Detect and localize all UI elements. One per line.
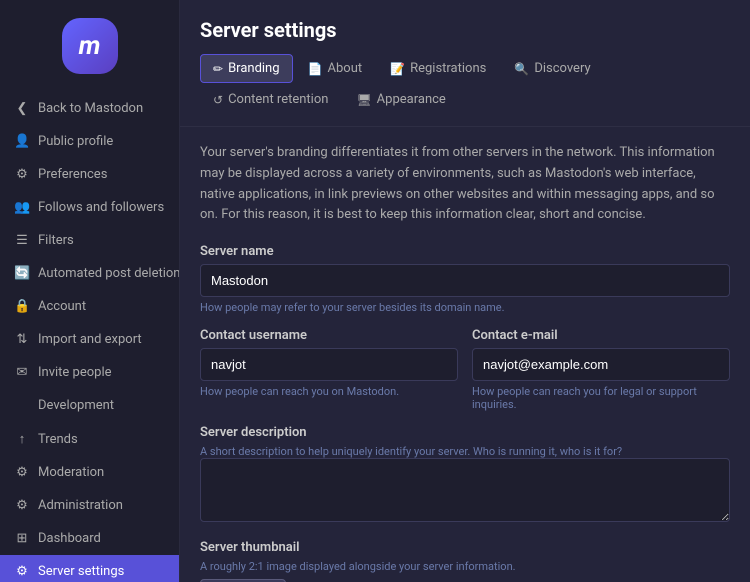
tab-label-branding: Branding	[228, 61, 279, 76]
contact-username-group: Contact username How people can reach yo…	[200, 328, 458, 411]
sidebar-icon-account: 🔒	[14, 299, 30, 314]
server-name-label: Server name	[200, 244, 730, 259]
sidebar-icon-administration: ⚙	[14, 498, 30, 513]
main-header: Server settings ✏ Branding 📄 About 📝 Reg…	[180, 0, 750, 127]
tab-label-about: About	[328, 61, 363, 76]
contact-email-hint: How people can reach you for legal or su…	[472, 385, 730, 411]
main-content: Server settings ✏ Branding 📄 About 📝 Reg…	[180, 0, 750, 582]
contact-row: Contact username How people can reach yo…	[200, 328, 730, 425]
sidebar-label-import-and-export: Import and export	[38, 332, 142, 347]
tab-about[interactable]: 📄 About	[295, 54, 376, 83]
logo-container: m	[0, 0, 179, 88]
contact-username-hint: How people can reach you on Mastodon.	[200, 385, 458, 398]
sidebar-icon-moderation: ⚙	[14, 465, 30, 480]
tab-branding[interactable]: ✏ Branding	[200, 54, 293, 83]
sidebar-label-account: Account	[38, 299, 86, 314]
server-thumbnail-section: Server thumbnail A roughly 2:1 image dis…	[200, 540, 730, 582]
sidebar-icon-dashboard: ⊞	[14, 531, 30, 546]
sidebar-item-dashboard[interactable]: ⊞ Dashboard	[0, 522, 179, 555]
sidebar-icon-filters: ☰	[14, 233, 30, 248]
sidebar-label-automated-post-deletion: Automated post deletion	[38, 266, 180, 281]
sidebar-icon-automated-post-deletion: 🔄	[14, 266, 30, 281]
sidebar-icon-server-settings: ⚙	[14, 564, 30, 579]
sidebar-item-automated-post-deletion[interactable]: 🔄 Automated post deletion	[0, 257, 179, 290]
contact-email-label: Contact e-mail	[472, 328, 730, 343]
sidebar-item-administration[interactable]: ⚙ Administration	[0, 489, 179, 522]
sidebar-label-development: Development	[38, 398, 114, 413]
sidebar-item-preferences[interactable]: ⚙ Preferences	[0, 158, 179, 191]
tab-label-registrations: Registrations	[410, 61, 486, 76]
contact-email-group: Contact e-mail How people can reach you …	[472, 328, 730, 411]
tab-discovery[interactable]: 🔍 Discovery	[501, 54, 603, 83]
sidebar-item-development[interactable]: Development	[0, 389, 179, 422]
server-thumbnail-label: Server thumbnail	[200, 540, 730, 555]
sidebar-icon-public-profile: 👤	[14, 134, 30, 149]
sidebar-item-invite-people[interactable]: ✉ Invite people	[0, 356, 179, 389]
tab-icon-about: 📄	[308, 62, 323, 76]
tab-icon-content-retention: ↺	[213, 93, 223, 107]
sidebar-icon-preferences: ⚙	[14, 167, 30, 182]
sidebar-icon-import-and-export: ⇅	[14, 332, 30, 347]
tab-icon-discovery: 🔍	[514, 62, 529, 76]
server-name-input[interactable]	[200, 264, 730, 297]
server-description-group: Server description A short description t…	[200, 425, 730, 526]
server-description-textarea[interactable]	[200, 458, 730, 522]
tab-content-retention[interactable]: ↺ Content retention	[200, 85, 341, 114]
tab-registrations[interactable]: 📝 Registrations	[377, 54, 499, 83]
sidebar-item-back-to-mastodon[interactable]: ❮ Back to Mastodon	[0, 92, 179, 125]
sidebar-item-moderation[interactable]: ⚙ Moderation	[0, 456, 179, 489]
sidebar-item-public-profile[interactable]: 👤 Public profile	[0, 125, 179, 158]
tab-icon-appearance: 🖥	[356, 93, 371, 107]
logo: m	[62, 18, 118, 74]
sidebar-label-invite-people: Invite people	[38, 365, 112, 380]
sidebar-label-administration: Administration	[38, 498, 123, 513]
sidebar-label-trends: Trends	[38, 432, 78, 447]
sidebar-label-back-to-mastodon: Back to Mastodon	[38, 101, 143, 116]
tab-icon-branding: ✏	[213, 62, 223, 76]
sidebar-icon-follows-and-followers: 👥	[14, 200, 30, 215]
server-name-group: Server name How people may refer to your…	[200, 244, 730, 314]
contact-username-label: Contact username	[200, 328, 458, 343]
tab-icon-registrations: 📝	[390, 62, 405, 76]
sidebar-item-trends[interactable]: ↑ Trends	[0, 422, 179, 456]
tab-label-discovery: Discovery	[534, 61, 590, 76]
tabs-bar: ✏ Branding 📄 About 📝 Registrations 🔍 Dis…	[200, 54, 730, 114]
server-name-hint: How people may refer to your server besi…	[200, 301, 730, 314]
server-description-label: Server description	[200, 425, 730, 440]
sidebar-icon-invite-people: ✉	[14, 365, 30, 380]
sidebar-item-filters[interactable]: ☰ Filters	[0, 224, 179, 257]
sidebar-item-import-and-export[interactable]: ⇅ Import and export	[0, 323, 179, 356]
server-thumbnail-hint: A roughly 2:1 image displayed alongside …	[200, 560, 730, 573]
page-title: Server settings	[200, 18, 730, 42]
sidebar-label-moderation: Moderation	[38, 465, 104, 480]
sidebar-label-preferences: Preferences	[38, 167, 107, 182]
tab-label-appearance: Appearance	[377, 92, 446, 107]
branding-description: Your server's branding differentiates it…	[200, 143, 730, 226]
tab-label-content-retention: Content retention	[228, 92, 328, 107]
sidebar-item-account[interactable]: 🔒 Account	[0, 290, 179, 323]
sidebar-label-filters: Filters	[38, 233, 74, 248]
sidebar-item-server-settings[interactable]: ⚙ Server settings	[0, 555, 179, 582]
sidebar-label-server-settings: Server settings	[38, 564, 124, 579]
sidebar-label-public-profile: Public profile	[38, 134, 113, 149]
sidebar-icon-trends: ↑	[14, 431, 30, 447]
contact-email-input[interactable]	[472, 348, 730, 381]
server-description-hint: A short description to help uniquely ide…	[200, 445, 730, 458]
sidebar: m ❮ Back to Mastodon 👤 Public profile ⚙ …	[0, 0, 180, 582]
sidebar-label-dashboard: Dashboard	[38, 531, 101, 546]
contact-username-input[interactable]	[200, 348, 458, 381]
sidebar-icon-back-to-mastodon: ❮	[14, 101, 30, 116]
sidebar-nav: ❮ Back to Mastodon 👤 Public profile ⚙ Pr…	[0, 88, 179, 582]
sidebar-label-follows-and-followers: Follows and followers	[38, 200, 164, 215]
sidebar-item-follows-and-followers[interactable]: 👥 Follows and followers	[0, 191, 179, 224]
content-area: Your server's branding differentiates it…	[180, 127, 750, 582]
tab-appearance[interactable]: 🖥 Appearance	[343, 85, 458, 114]
